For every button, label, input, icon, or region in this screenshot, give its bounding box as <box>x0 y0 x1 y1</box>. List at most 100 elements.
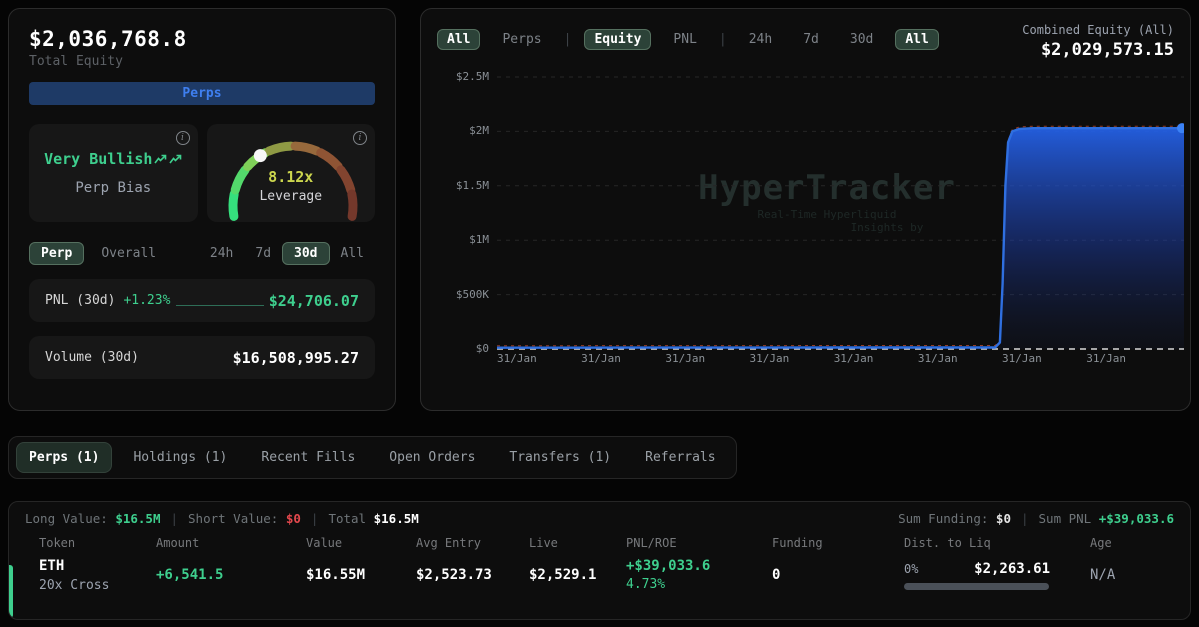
age-cell: N/A <box>1090 567 1116 584</box>
sum-pnl-label: Sum PNL <box>1038 511 1092 526</box>
chart-tab-7d[interactable]: 7d <box>794 30 828 49</box>
col-value: Value <box>306 536 343 550</box>
equity-chart-panel: All Perps | Equity PNL | 24h 7d 30d All … <box>420 8 1191 411</box>
chart-tab-24h[interactable]: 24h <box>740 30 781 49</box>
separator: | <box>563 32 572 47</box>
token-symbol: ETH <box>39 557 65 574</box>
leverage-value: 8.12x <box>268 168 314 186</box>
scope-tab-perp[interactable]: Perp <box>29 242 85 265</box>
trending-up-icon <box>154 154 167 163</box>
col-age: Age <box>1090 536 1112 550</box>
chart-tab-all-scope[interactable]: All <box>437 29 481 50</box>
dist-to-liq-cell: 0% $2,263.61 <box>904 561 1050 590</box>
total-label: Total <box>328 511 367 526</box>
value-cell: $16.55M <box>306 567 366 584</box>
total-equity-value: $2,036,768.8 <box>29 27 187 51</box>
separator: | <box>718 32 727 47</box>
positions-panel: Long Value: $16.5M | Short Value: $0 | T… <box>8 501 1191 620</box>
y-tick: $2.5M <box>455 70 489 83</box>
total-value: $16.5M <box>373 511 419 526</box>
perp-bias-value: Very Bullish <box>44 150 153 168</box>
perps-allocation-label: Perps <box>182 86 222 101</box>
roe-value: 4.73% <box>626 576 666 592</box>
position-row[interactable]: ETH 20x Cross +6,541.5 $16.55M $2,523.73… <box>9 557 1190 593</box>
period-tab-all[interactable]: All <box>330 243 375 264</box>
scope-tab-overall[interactable]: Overall <box>90 243 167 264</box>
pnl-sparkline <box>176 305 265 306</box>
period-tab-7d[interactable]: 7d <box>244 243 282 264</box>
col-avg-entry: Avg Entry <box>416 536 482 550</box>
chart-tab-30d[interactable]: 30d <box>841 30 882 49</box>
period-tab-24h[interactable]: 24h <box>199 243 244 264</box>
x-axis-labels: 31/Jan 31/Jan 31/Jan 31/Jan 31/Jan 31/Ja… <box>497 352 1184 365</box>
leverage-label: Leverage <box>259 189 323 204</box>
equity-chart[interactable] <box>497 68 1184 360</box>
info-icon[interactable]: i <box>175 131 190 145</box>
x-tick: 31/Jan <box>1086 352 1126 365</box>
period-tab-30d[interactable]: 30d <box>282 242 330 265</box>
positions-header-row: Token Amount Value Avg Entry Live PNL/RO… <box>9 536 1190 550</box>
pnl-value: $24,706.07 <box>268 291 359 310</box>
col-dist-to-liq: Dist. to Liq <box>904 536 991 550</box>
token-leverage-mode: 20x Cross <box>39 577 110 593</box>
x-tick: 31/Jan <box>1002 352 1042 365</box>
amount-cell: +6,541.5 <box>156 567 224 584</box>
x-tick: 31/Jan <box>665 352 706 365</box>
funding-cell: 0 <box>772 567 781 584</box>
combined-equity-label: Combined Equity (All) <box>1022 23 1174 37</box>
chart-tab-all-period[interactable]: All <box>895 29 939 50</box>
sum-pnl-value: +$39,033.6 <box>1098 511 1174 526</box>
live-price-cell: $2,529.1 <box>529 567 597 584</box>
x-tick: 31/Jan <box>833 352 874 365</box>
token-cell: ETH 20x Cross <box>39 558 156 593</box>
col-pnl-roe: PNL/ROE <box>626 536 677 550</box>
tab-holdings[interactable]: Holdings (1) <box>120 442 240 473</box>
pnl-value: +$39,033.6 <box>626 558 711 574</box>
leverage-gauge-card: i 8.12x Leverage <box>206 124 375 222</box>
dist-value: $2,263.61 <box>974 560 1050 577</box>
chart-tab-perps[interactable]: Perps <box>493 30 550 49</box>
tab-referrals[interactable]: Referrals <box>632 442 728 473</box>
chart-tab-equity[interactable]: Equity <box>584 29 652 50</box>
separator: | <box>310 511 319 526</box>
sum-funding-label: Sum Funding: <box>898 511 989 526</box>
section-tabs: Perps (1) Holdings (1) Recent Fills Open… <box>8 436 737 479</box>
y-tick: $0 <box>475 342 489 355</box>
y-tick: $1M <box>469 233 489 246</box>
pnl-percent: +1.23% <box>123 293 171 308</box>
dist-to-liq-bar <box>904 582 1049 590</box>
separator: | <box>170 511 179 526</box>
sum-funding-value: $0 <box>995 511 1011 526</box>
tab-recent-fills[interactable]: Recent Fills <box>248 442 368 473</box>
tab-perps[interactable]: Perps (1) <box>16 442 113 473</box>
perp-bias-label: Perp Bias <box>75 180 152 196</box>
x-tick: 31/Jan <box>581 352 621 365</box>
perps-allocation-bar[interactable]: Perps <box>29 82 375 105</box>
positions-summary: Long Value: $16.5M | Short Value: $0 | T… <box>9 502 1190 528</box>
equity-summary-panel: $2,036,768.8 Total Equity Perps i Very B… <box>8 8 396 411</box>
col-live: Live <box>529 536 558 550</box>
long-value-label: Long Value: <box>25 511 108 526</box>
combined-equity-value: $2,029,573.15 <box>1040 40 1174 60</box>
position-row-accent <box>9 565 13 618</box>
tab-transfers[interactable]: Transfers (1) <box>496 442 624 473</box>
dist-percent: 0% <box>904 561 919 576</box>
x-tick: 31/Jan <box>917 352 958 365</box>
x-tick: 31/Jan <box>497 352 537 365</box>
volume-row: Volume (30d) $16,508,995.27 <box>29 336 375 379</box>
col-token: Token <box>39 536 76 550</box>
short-value: $0 <box>285 511 301 526</box>
avg-entry-cell: $2,523.73 <box>416 567 492 584</box>
separator: | <box>1020 511 1029 526</box>
perp-bias-card: i Very Bullish Perp Bias <box>29 124 198 222</box>
chart-tab-pnl[interactable]: PNL <box>664 30 705 49</box>
gauge-needle-dot <box>253 149 267 163</box>
tab-open-orders[interactable]: Open Orders <box>376 442 488 473</box>
pnl-roe-cell: +$39,033.6 4.73% <box>626 557 772 593</box>
total-equity-label: Total Equity <box>29 54 123 69</box>
pnl-row: PNL (30d) +1.23% $24,706.07 <box>29 279 375 322</box>
col-funding: Funding <box>772 536 823 550</box>
y-tick: $500K <box>455 288 489 301</box>
y-tick: $1.5M <box>455 179 489 192</box>
short-value-label: Short Value: <box>188 511 279 526</box>
